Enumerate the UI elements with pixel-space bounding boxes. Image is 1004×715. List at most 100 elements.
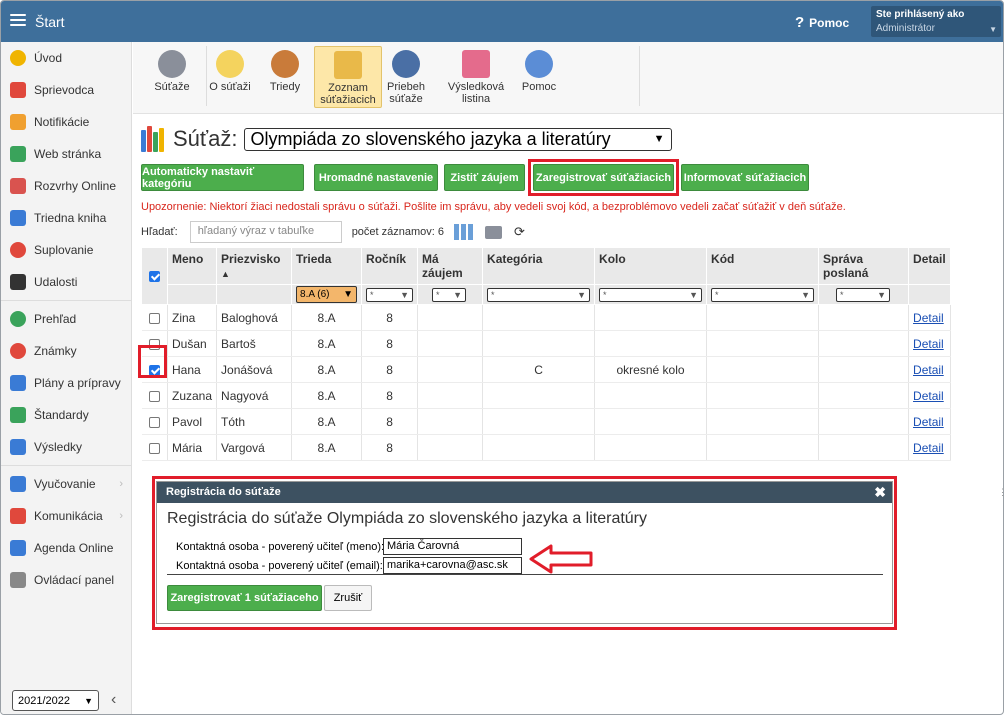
table-row[interactable]: Hana Jonášová 8.A 8 Cokresné kolo Detail (141, 356, 951, 383)
sidebar-item-0-0[interactable]: Úvod (1, 42, 131, 74)
col-rocnik[interactable]: Ročník (361, 247, 419, 285)
sidebar-item-0-4[interactable]: Rozvrhy Online (1, 170, 131, 202)
toolbar-item-4[interactable]: Priebeh súťaže (383, 46, 429, 108)
sidebar-item-1-0[interactable]: Prehľad (1, 303, 131, 335)
filter-cell-priezvisko (216, 284, 293, 305)
contact-name-input[interactable]: Mária Čarovná (383, 538, 522, 555)
module-toolbar: Súťaže O súťaži Triedy Zoznam súťažiacich Pr… (133, 42, 1003, 114)
col-kolo[interactable]: Kolo (594, 247, 708, 285)
cell-zaujem (417, 408, 484, 435)
cell-kolo: okresné kolo (594, 356, 708, 383)
trieda-filter[interactable]: 8.A (6) ▼ (296, 286, 358, 303)
cell-kategoria (482, 382, 596, 409)
toolbar-item-3[interactable]: Zoznam súťažiacich (314, 46, 382, 108)
sidebar-item-2-1[interactable]: Komunikácia › (1, 500, 131, 532)
toolbar-item-5[interactable]: Výsledková listina (444, 46, 508, 108)
detail-link[interactable]: Detail (913, 441, 944, 455)
sidebar-item-2-3[interactable]: Ovládací panel (1, 564, 131, 596)
cell-sprava (818, 408, 910, 435)
sidebar-item-2-0[interactable]: Vyučovanie › (1, 468, 131, 500)
scales-icon (158, 50, 186, 78)
sprava-filter[interactable]: * ▼ (836, 287, 891, 302)
menu-icon[interactable] (10, 14, 26, 27)
row-checkbox[interactable] (148, 390, 160, 402)
table-row[interactable]: Zuzana Nagyová 8.A 8 Detail (141, 382, 951, 409)
col-kod[interactable]: Kód (706, 247, 820, 285)
kod-filter[interactable]: * ▼ (711, 287, 815, 302)
school-year-select[interactable]: 2021/2022 ▼ (12, 690, 99, 711)
app-title[interactable]: Štart (35, 14, 65, 30)
cell-sprava (818, 304, 910, 331)
sidebar-item-1-4[interactable]: Výsledky (1, 431, 131, 463)
col-trieda[interactable]: Trieda (291, 247, 363, 285)
sidebar-item-1-2[interactable]: Plány a prípravy (1, 367, 131, 399)
auto-category-button[interactable]: Automaticky nastaviť kategóriu (141, 164, 304, 191)
competition-select[interactable]: Olympiáda zo slovenského jazyka a litera… (243, 127, 672, 151)
detail-link[interactable]: Detail (913, 363, 944, 377)
row-checkbox[interactable] (148, 416, 160, 428)
resize-handle[interactable]: ⋮ (998, 487, 1003, 498)
bar-chart-icon (10, 439, 26, 455)
toolbar-item-label: Triedy (269, 81, 301, 93)
bulk-settings-button[interactable]: Hromadné nastavenie (314, 164, 438, 191)
find-interest-button[interactable]: Zistiť záujem (444, 164, 525, 191)
toolbar-item-6[interactable]: Pomoc (515, 46, 563, 108)
search-input[interactable]: hľadaný výraz v tabuľke (189, 221, 342, 243)
register-one-button[interactable]: Zaregistrovať 1 súťažiaceho (167, 585, 322, 611)
toolbar-item-1[interactable]: O súťaži (206, 46, 254, 108)
cancel-button[interactable]: Zrušiť (324, 585, 372, 611)
contact-email-input[interactable]: marika+carovna@asc.sk (383, 557, 522, 574)
cell-kod (706, 304, 820, 331)
sidebar-item-0-6[interactable]: Suplovanie (1, 234, 131, 266)
detail-link[interactable]: Detail (913, 415, 944, 429)
user-menu[interactable]: Ste prihlásený ako Administrátor ▼ (871, 6, 1001, 37)
col-priezvisko[interactable]: Priezvisko ▲ (216, 247, 293, 285)
row-checkbox[interactable] (148, 442, 160, 454)
help-link[interactable]: ? Pomoc (795, 14, 849, 31)
toolbar-item-2[interactable]: Triedy (261, 46, 309, 108)
col-kategoria[interactable]: Kategória (482, 247, 596, 285)
toolbar-item-0[interactable]: Súťaže (145, 46, 199, 108)
user-line1: Ste prihlásený ako (876, 9, 965, 20)
row-checkbox[interactable] (148, 312, 160, 324)
sidebar-item-0-1[interactable]: Sprievodca (1, 74, 131, 106)
sidebar-item-0-2[interactable]: Notifikácie (1, 106, 131, 138)
sidebar-item-0-5[interactable]: Triedna kniha (1, 202, 131, 234)
inform-contestants-button[interactable]: Informovať súťažiacich (681, 164, 809, 191)
grades-icon (10, 343, 26, 359)
filter-cell-trieda: 8.A (6) ▼ (291, 284, 363, 305)
detail-link[interactable]: Detail (913, 389, 944, 403)
col-meno[interactable]: Meno (166, 247, 218, 285)
col-ma-zaujem[interactable]: Má záujem (417, 247, 484, 285)
select-all-checkbox[interactable] (149, 271, 160, 283)
cell-detail: Detail (908, 330, 951, 357)
collapse-sidebar-icon[interactable]: ‹ (111, 691, 116, 709)
detail-link[interactable]: Detail (913, 311, 944, 325)
kolo-filter[interactable]: * ▼ (599, 287, 703, 302)
filter-cell-sprava: * ▼ (818, 284, 910, 305)
columns-icon[interactable] (454, 224, 474, 240)
sidebar-item-1-1[interactable]: Známky (1, 335, 131, 367)
refresh-icon[interactable]: ⟳ (514, 224, 525, 240)
sidebar-item-1-3[interactable]: Štandardy (1, 399, 131, 431)
substitute-icon (10, 242, 26, 258)
table-row[interactable]: Mária Vargová 8.A 8 Detail (141, 434, 951, 461)
sidebar-item-2-2[interactable]: Agenda Online (1, 532, 131, 564)
row-checkbox-cell (141, 304, 168, 331)
kategoria-filter[interactable]: * ▼ (487, 287, 591, 302)
table-row[interactable]: Dušan Bartoš 8.A 8 Detail (141, 330, 951, 357)
sidebar-item-0-3[interactable]: Web stránka (1, 138, 131, 170)
close-icon[interactable]: ✖ (874, 484, 886, 501)
col-sprava-poslana[interactable]: Správa poslaná (818, 247, 910, 285)
sidebar-item-label: Sprievodca (34, 83, 95, 97)
detail-link[interactable]: Detail (913, 337, 944, 351)
toolbar-item-label: Výsledková listina (447, 81, 505, 105)
zaujem-filter[interactable]: * ▼ (432, 287, 467, 302)
chevron-down-icon: ▼ (653, 133, 665, 145)
table-row[interactable]: Pavol Tóth 8.A 8 Detail (141, 408, 951, 435)
print-icon[interactable] (485, 225, 503, 239)
rocnik-filter[interactable]: * ▼ (366, 287, 414, 302)
registration-dialog: Registrácia do súťaže ✖ Registrácia do sú… (156, 481, 893, 624)
sidebar-item-0-7[interactable]: Udalosti (1, 266, 131, 298)
table-row[interactable]: Zina Baloghová 8.A 8 Detail (141, 304, 951, 331)
